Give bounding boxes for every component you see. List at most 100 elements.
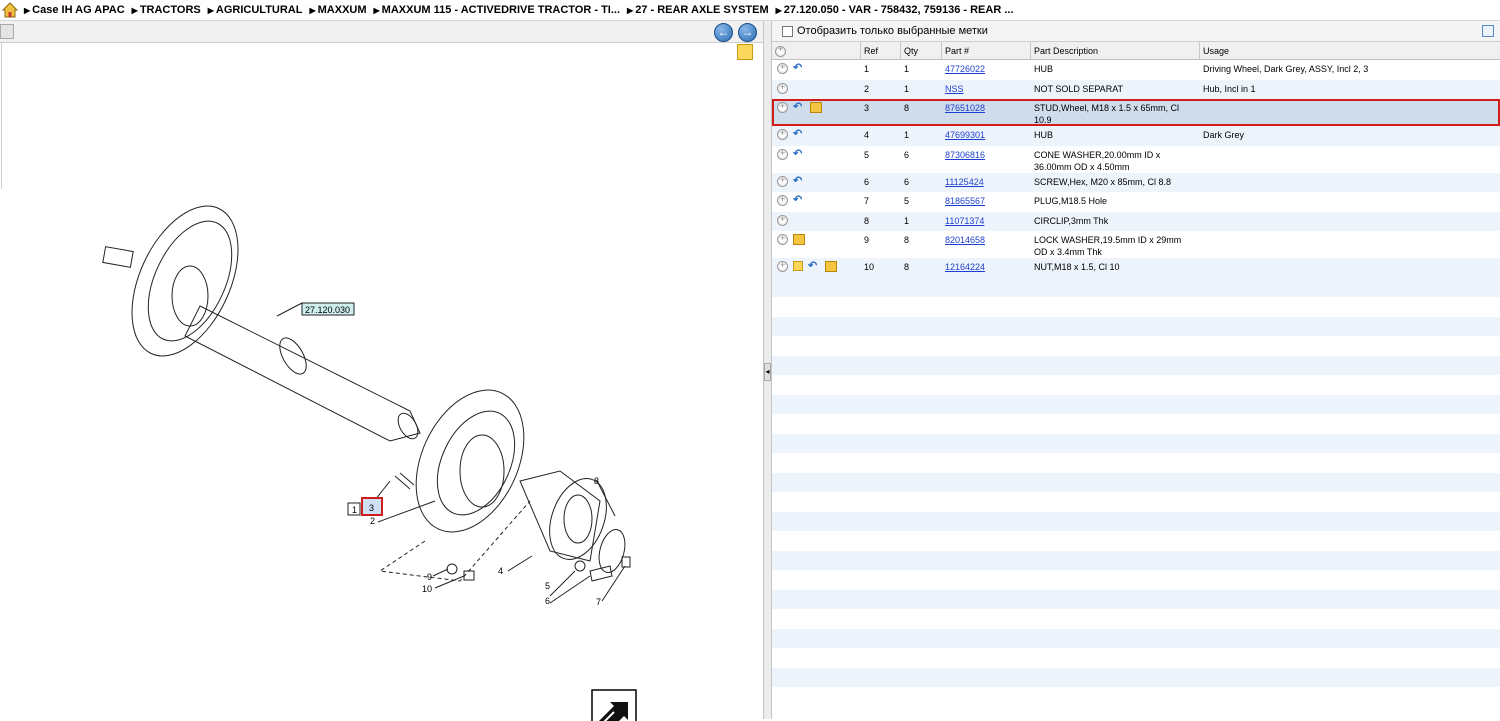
ref-cell: 5 [864,149,870,160]
callout-9[interactable]: 9 [427,572,432,582]
callout-3[interactable]: 3 [369,503,374,513]
expand-all-icon[interactable] [775,44,786,57]
add-to-cart-icon[interactable] [777,127,788,140]
header-usage[interactable]: Usage [1200,42,1500,59]
package-icon[interactable] [793,234,805,245]
reference-label[interactable]: 27.120.030 [305,305,350,315]
part-cell: 47699301 [942,126,1031,146]
link-icon[interactable]: ↶ [793,148,805,160]
show-selected-checkbox[interactable] [782,25,793,37]
empty-row [772,297,1500,317]
empty-rows [772,277,1500,707]
callout-5[interactable]: 5 [545,581,550,591]
empty-row [772,414,1500,434]
header-ref[interactable]: Ref [861,42,901,59]
part-cell: 11125424 [942,173,1031,193]
table-row[interactable]: ↶ 10 8 12164224 NUT,M18 x 1.5, Cl 10 [772,258,1500,278]
table-row[interactable]: ↶ 1 1 47726022 HUB Driving Wheel, Dark Grey, … [772,60,1500,80]
exploded-parts-diagram: 27.120.030 1 3 2 4 5 6 7 8 9 10 [102,205,637,721]
parts-table: Ref Qty Part # Part Description Usage ↶ 1… [772,42,1500,707]
description-cell: HUB [1034,130,1054,140]
part-cell: 87306816 [942,146,1031,173]
add-to-cart-icon[interactable] [777,81,788,94]
empty-row [772,453,1500,473]
part-number-link[interactable]: 47726022 [945,64,985,74]
package-icon[interactable] [825,261,837,272]
part-cell: 81865567 [942,192,1031,212]
empty-row [772,550,1500,570]
link-icon[interactable]: ↶ [793,195,805,206]
add-to-cart-icon[interactable] [777,213,788,226]
breadcrumb-item[interactable]: ▶ MAXXUM 115 - ACTIVEDRIVE TRACTOR - TI..… [374,4,621,16]
table-row[interactable]: ↶ 3 8 87651028 STUD,Wheel, M18 x 1.5 x 65mm,… [772,99,1500,126]
breadcrumb-item[interactable]: ▶ 27.120.050 - VAR - 758432, 759136 - REA… [776,4,1014,16]
link-icon[interactable]: ↶ [793,102,805,113]
link-icon[interactable]: ↶ [793,63,805,74]
description-cell: CONE WASHER,20.00mm ID x 36.00mm OD x 4.… [1034,149,1161,172]
table-row[interactable]: ↶ 5 6 87306816 CONE WASHER,20.00mm ID x 36.0… [772,145,1500,173]
add-to-cart-icon[interactable] [777,193,788,206]
breadcrumb-item[interactable]: ▶ MAXXUM [309,4,366,16]
callout-10[interactable]: 10 [422,584,432,594]
add-to-cart-icon[interactable] [777,259,788,272]
callout-4[interactable]: 4 [498,566,503,576]
back-arrow-icon[interactable]: ← [714,23,733,42]
add-to-cart-icon[interactable] [777,232,788,245]
package-icon[interactable] [810,102,822,113]
add-to-cart-icon[interactable] [777,147,788,160]
usage-cell [1200,258,1500,278]
table-row[interactable]: ↶ 7 5 81865567 PLUG,M18.5 Hole [772,192,1500,212]
link-icon[interactable]: ↶ [793,129,805,140]
diagram-toolbar: ← → [0,21,763,43]
home-icon[interactable] [1,2,19,18]
table-row[interactable]: ↶ 4 1 47699301 HUB Dark Grey [772,126,1500,146]
add-to-cart-icon[interactable] [777,61,788,74]
row-icons [772,231,861,258]
add-to-cart-icon[interactable] [777,174,788,187]
expand-sidebar-button[interactable] [0,24,14,39]
part-number-link[interactable]: 12164224 [945,262,985,272]
link-icon[interactable]: ↶ [793,175,805,187]
list-view-icon[interactable] [1482,25,1494,37]
collapse-arrow-icon[interactable]: ◂ [764,363,771,381]
add-to-cart-icon[interactable] [777,100,788,113]
part-number-link[interactable]: 82014658 [945,235,985,245]
header-part[interactable]: Part # [942,42,1031,59]
table-row[interactable]: ↶ 6 6 11125424 SCREW,Hex, M20 x 85mm, Cl 8.8 [772,172,1500,193]
part-number-link[interactable]: 47699301 [945,130,985,140]
callout-8[interactable]: 8 [594,476,599,486]
lock-washer [446,563,458,575]
note-icon[interactable] [793,261,803,271]
empty-row [772,609,1500,629]
breadcrumb-item[interactable]: ▶ TRACTORS [132,4,201,16]
note-icon[interactable] [737,44,753,60]
next-page-icon[interactable] [591,689,637,721]
breadcrumb-item[interactable]: ▶ 27 - REAR AXLE SYSTEM [627,4,769,16]
ref-cell: 7 [864,196,870,206]
usage-cell [1200,231,1500,258]
table-row[interactable]: 2 1 NSS NOT SOLD SEPARAT Hub, Incl in 1 [772,79,1500,100]
usage-cell [1200,99,1500,126]
table-row[interactable]: 8 1 11071374 CIRCLIP,3mm Thk [772,211,1500,231]
header-desc[interactable]: Part Description [1031,42,1200,59]
callout-2[interactable]: 2 [370,516,375,526]
part-cell: NSS [942,80,1031,100]
link-icon[interactable]: ↶ [808,261,820,272]
description-cell: NUT,M18 x 1.5, Cl 10 [1034,262,1120,272]
breadcrumb-item[interactable]: ▶ Case IH AG APAC [24,4,125,16]
header-qty[interactable]: Qty [901,42,942,59]
callout-6[interactable]: 6 [545,596,550,606]
part-cell: 82014658 [942,231,1031,258]
part-number-link[interactable]: 87651028 [945,103,985,113]
callout-1[interactable]: 1 [352,505,357,515]
part-number-link[interactable]: 11071374 [945,216,984,226]
breadcrumb-item[interactable]: ▶ AGRICULTURAL [208,4,303,16]
part-number-link[interactable]: 87306816 [945,150,985,160]
forward-arrow-icon[interactable]: → [738,23,757,42]
part-number-link[interactable]: 11125424 [945,177,984,187]
callout-7[interactable]: 7 [596,597,601,607]
pane-splitter[interactable]: ◂ [763,21,772,719]
table-row[interactable]: 9 8 82014658 LOCK WASHER,19.5mm ID x 29mm O… [772,231,1500,258]
part-number-link[interactable]: 81865567 [945,196,985,206]
part-number-link[interactable]: NSS [945,84,964,94]
